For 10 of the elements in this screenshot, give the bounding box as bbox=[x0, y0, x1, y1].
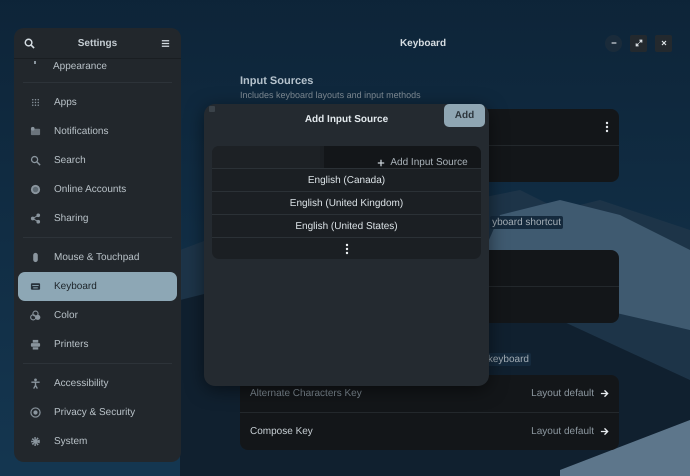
dialog-title: Add Input Source bbox=[304, 114, 388, 124]
window-title: Keyboard bbox=[398, 38, 448, 48]
row-value: Layout default bbox=[531, 388, 594, 399]
row-label: Compose Key bbox=[250, 426, 314, 437]
row-label: Alternate Characters Key bbox=[250, 388, 363, 399]
section-description: Includes keyboard layouts and input methods bbox=[240, 90, 422, 100]
section-description: yboard shortcut bbox=[490, 216, 563, 229]
row-value: Layout default bbox=[531, 426, 594, 437]
section-title: Input Sources bbox=[240, 75, 314, 87]
sidebar-title: Settings bbox=[78, 38, 118, 48]
